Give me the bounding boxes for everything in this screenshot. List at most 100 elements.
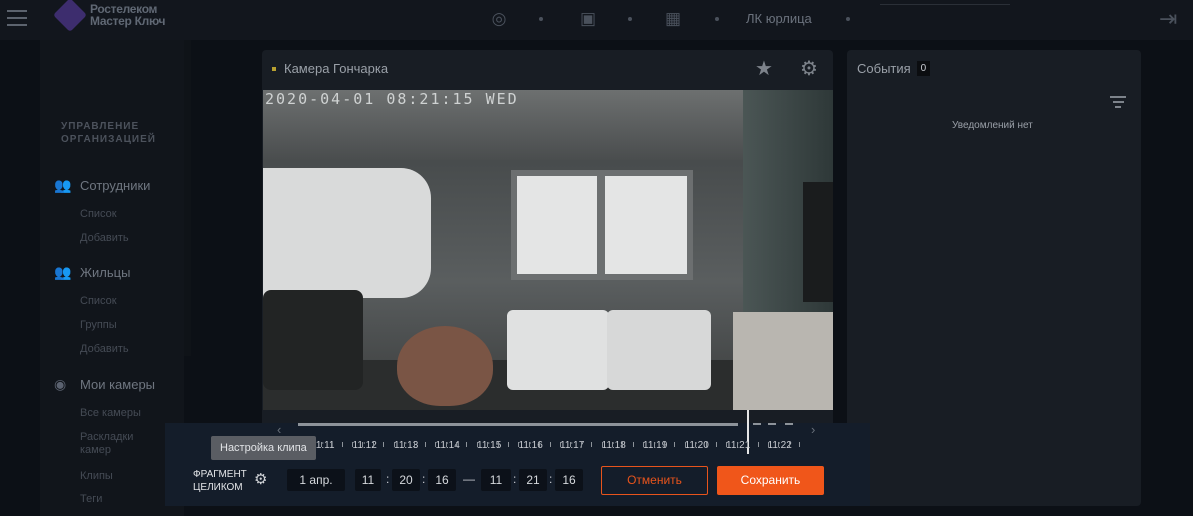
timeline-tick	[737, 442, 738, 447]
timeline-tick	[446, 442, 447, 447]
save-button[interactable]: Сохранить	[717, 466, 824, 495]
clip-end-seconds[interactable]: 16	[555, 469, 583, 491]
timeline-tick	[778, 442, 779, 447]
timeline-tick	[643, 442, 644, 447]
timeline-tick	[581, 442, 582, 447]
timeline-tick	[654, 442, 655, 447]
sidebar-group-employees[interactable]: 👥 Сотрудники	[54, 177, 150, 193]
clip-settings-gear-icon[interactable]: ⚙	[254, 471, 267, 489]
nav-separator	[846, 17, 850, 21]
top-divider	[880, 4, 1010, 5]
events-panel	[847, 50, 1141, 506]
events-count-badge: 0	[916, 61, 931, 76]
intercom-icon[interactable]: ▣	[578, 9, 598, 29]
timeline-tick	[435, 442, 436, 447]
clip-end-hours[interactable]: 11	[481, 469, 511, 491]
timeline-tick	[622, 442, 623, 447]
sidebar-item-all-cameras[interactable]: Все камеры	[80, 407, 141, 419]
sidebar-item-residents-list[interactable]: Список	[80, 295, 117, 307]
timeline-tick	[362, 442, 363, 447]
clip-start-minutes[interactable]: 20	[392, 469, 420, 491]
video-timestamp: 2020-04-01 08:21:15 WED	[265, 90, 519, 108]
timeline-tick	[633, 442, 634, 447]
timeline-track[interactable]	[298, 423, 738, 426]
timeline-tick	[425, 442, 426, 447]
camera-title: Камера Гончарка	[272, 61, 388, 76]
sidebar-item-employees-list[interactable]: Список	[80, 208, 117, 220]
timeline-tick	[529, 442, 530, 447]
filter-icon[interactable]	[1110, 96, 1126, 111]
sidebar-group-cameras[interactable]: ◉ Мои камеры	[54, 376, 155, 392]
timeline-tick	[466, 442, 467, 447]
camera-video[interactable]: 2020-04-01 08:21:15 WED	[263, 90, 833, 410]
menu-icon[interactable]	[7, 10, 27, 26]
building-icon[interactable]: ▦	[663, 9, 683, 29]
clip-start-hours[interactable]: 11	[355, 469, 381, 491]
sidebar-item-clips[interactable]: Клипы	[80, 470, 113, 482]
timeline-tick	[456, 442, 457, 447]
sidebar-item-employees-add[interactable]: Добавить	[80, 232, 129, 244]
timeline-tick	[674, 442, 675, 447]
timeline-tick	[591, 442, 592, 447]
sidebar-item-tags[interactable]: Теги	[80, 493, 102, 505]
timeline-tick	[321, 442, 322, 447]
favorite-star-icon[interactable]: ★	[755, 58, 773, 80]
timeline-tick	[508, 442, 509, 447]
timeline-tick	[664, 442, 665, 447]
timeline-tick	[331, 442, 332, 447]
sidebar-group-label: Сотрудники	[80, 177, 151, 193]
cancel-button[interactable]: Отменить	[601, 466, 708, 495]
events-title: События 0	[857, 61, 931, 76]
users-icon: 👥	[54, 264, 72, 280]
sidebar-item-residents-add[interactable]: Добавить	[80, 343, 129, 355]
timeline-tick	[612, 442, 613, 447]
timeline-tick	[747, 442, 748, 447]
timeline-tick	[570, 442, 571, 447]
timeline-tick	[404, 442, 405, 447]
timeline[interactable]: ‹ ›	[263, 410, 833, 454]
timeline-tick	[550, 442, 551, 447]
nav-separator	[715, 17, 719, 21]
timeline-tick	[685, 442, 686, 447]
clip-settings-tooltip: Настройка клипа	[211, 436, 316, 460]
sidebar: УПРАВЛЕНИЕ ОРГАНИЗАЦИЕЙ 👥 Сотрудники Спи…	[40, 40, 184, 516]
sidebar-scrollbar[interactable]	[184, 40, 191, 356]
timeline-tick	[498, 442, 499, 447]
timeline-tick	[695, 442, 696, 447]
timeline-tick	[352, 442, 353, 447]
clip-end-minutes[interactable]: 21	[519, 469, 547, 491]
timeline-tick	[768, 442, 769, 447]
sidebar-item-residents-groups[interactable]: Группы	[80, 319, 117, 331]
timeline-prev-arrow-icon[interactable]: ‹	[277, 422, 281, 437]
timeline-tick	[789, 442, 790, 447]
timeline-next-arrow-icon[interactable]: ›	[811, 422, 815, 437]
timeline-tick	[602, 442, 603, 447]
sidebar-section-title: УПРАВЛЕНИЕ ОРГАНИЗАЦИЕЙ	[61, 121, 156, 145]
sidebar-group-label: Мои камеры	[80, 376, 156, 392]
logout-icon[interactable]: ⇥	[1159, 7, 1183, 31]
range-separator: —	[463, 472, 475, 486]
fragment-whole-label: ФРАГМЕНТ ЦЕЛИКОМ	[193, 469, 247, 493]
timeline-tick	[373, 442, 374, 447]
timeline-tick	[758, 442, 759, 447]
users-icon: 👥	[54, 177, 72, 193]
clip-start-seconds[interactable]: 16	[428, 469, 456, 491]
sidebar-group-label: Жильцы	[80, 264, 131, 280]
settings-gear-icon[interactable]: ⚙	[800, 58, 818, 80]
sidebar-item-camera-layouts[interactable]: Раскладки камер	[80, 431, 160, 457]
support-icon[interactable]: ◎	[489, 9, 509, 29]
events-empty-text: Уведомлений нет	[952, 120, 1033, 131]
timeline-tick	[414, 442, 415, 447]
timeline-tick	[539, 442, 540, 447]
nav-separator	[539, 17, 543, 21]
sidebar-group-residents[interactable]: 👥 Жильцы	[54, 264, 130, 280]
timeline-tick	[716, 442, 717, 447]
brand-logo[interactable]: Ростелеком Мастер Ключ	[53, 0, 165, 32]
clip-date-field[interactable]: 1 апр.	[287, 469, 345, 491]
camera-title-text: Камера Гончарка	[284, 61, 389, 76]
status-dot	[272, 66, 276, 71]
timeline-tick	[560, 442, 561, 447]
timeline-tick	[799, 442, 800, 447]
timeline-tick	[394, 442, 395, 447]
account-link[interactable]: ЛК юрлица	[746, 11, 812, 26]
